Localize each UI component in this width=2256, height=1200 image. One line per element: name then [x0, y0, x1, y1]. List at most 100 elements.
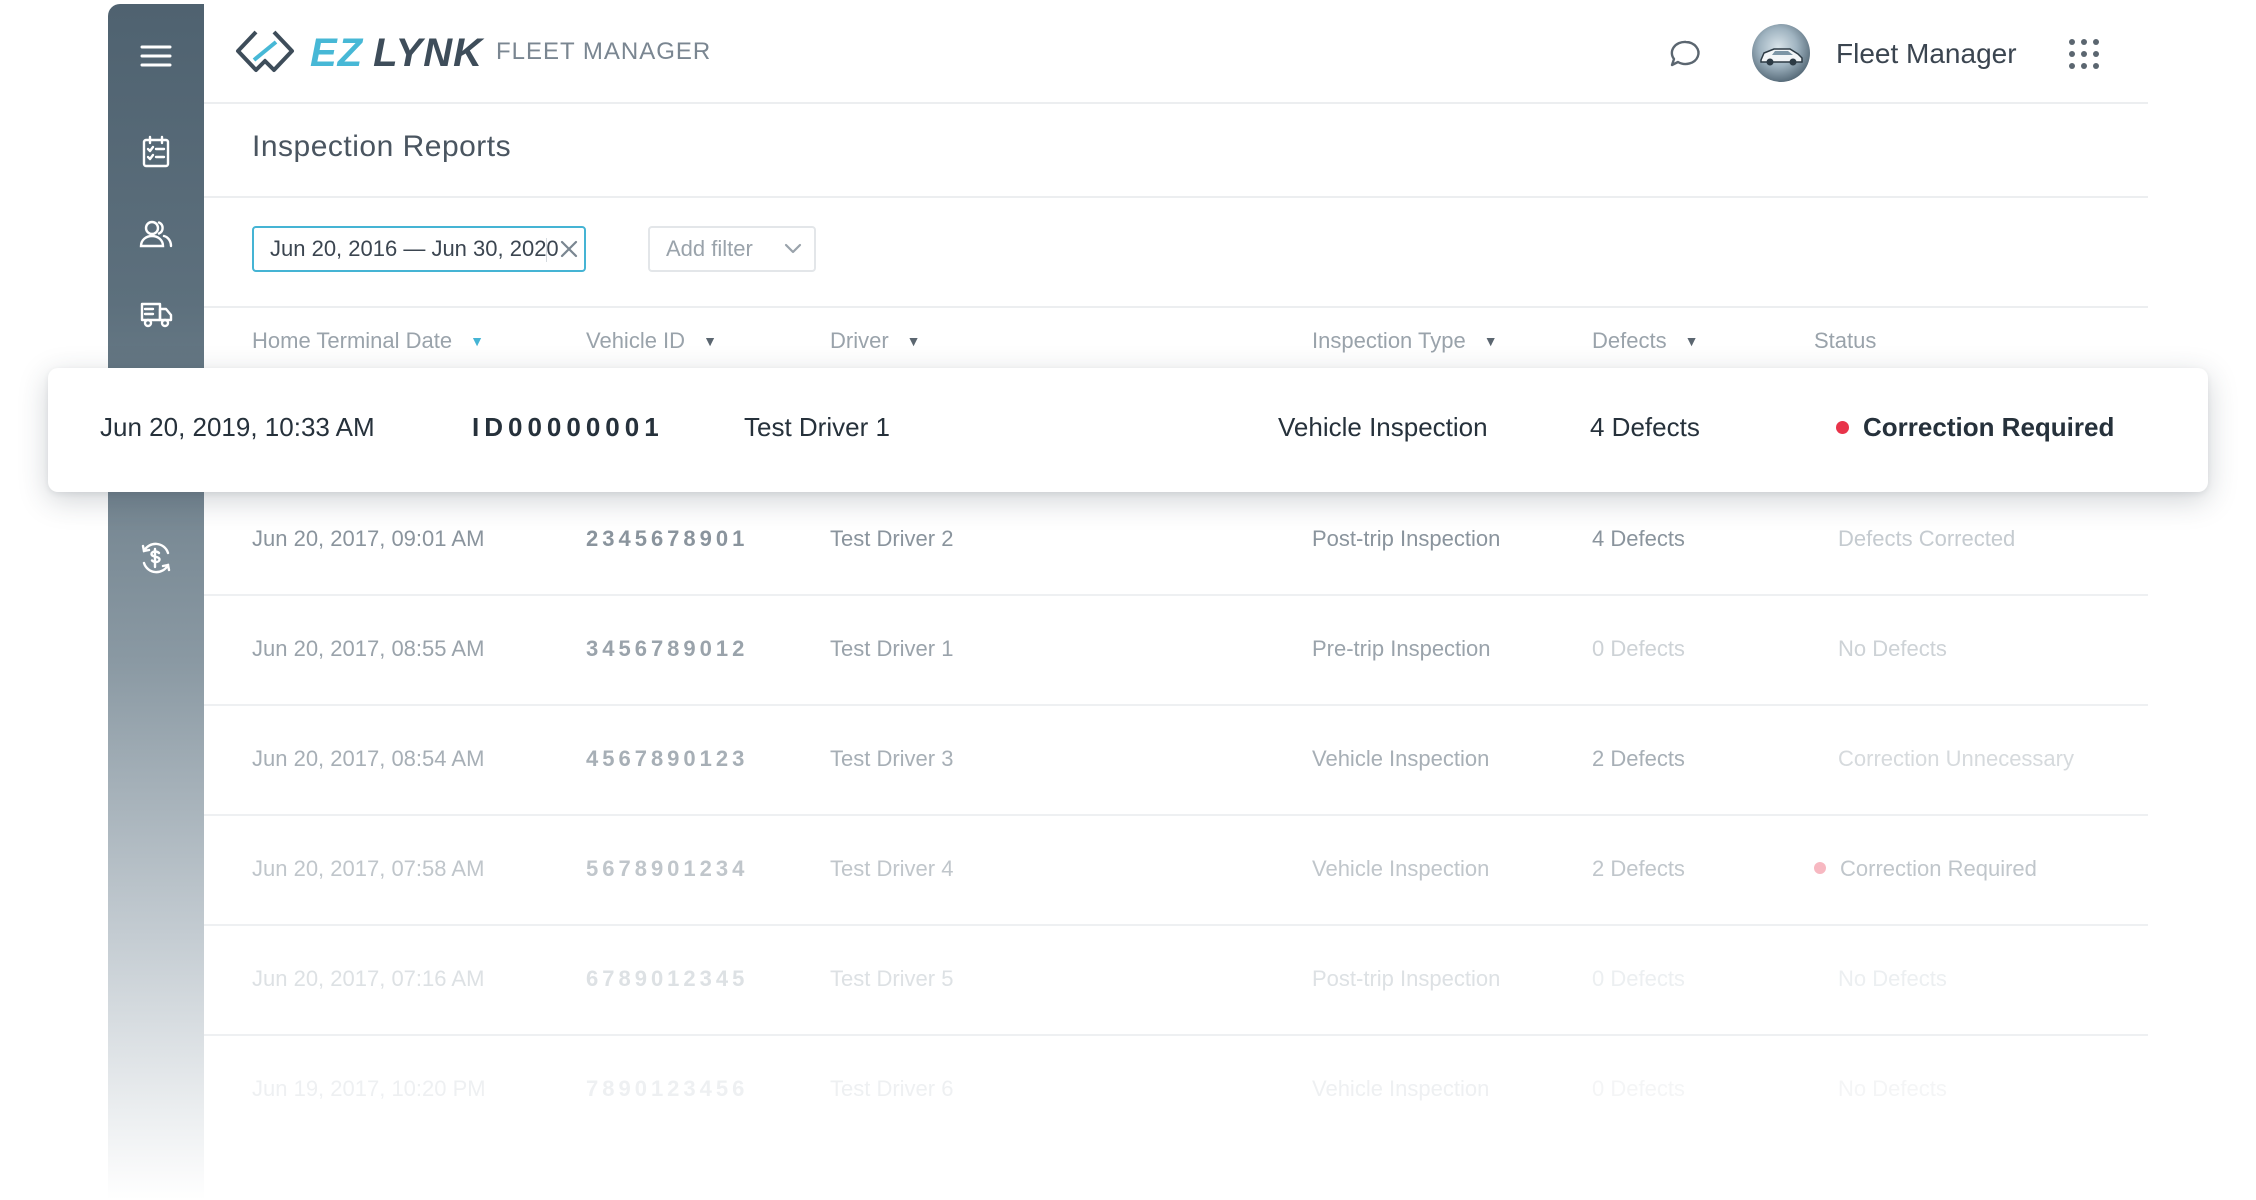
- column-header-vehicle-id[interactable]: Vehicle ID ▼: [586, 328, 717, 354]
- row-inspection-type: Post-trip Inspection: [1312, 526, 1501, 551]
- sidebar-item-vehicles[interactable]: [108, 284, 204, 344]
- main-panel: EZ LYNK FLEET MANAGER Fleet Manager Insp…: [204, 4, 2148, 1200]
- column-header-label: Home Terminal Date: [252, 328, 453, 353]
- sidebar-item-inspections[interactable]: [108, 122, 204, 182]
- row-defects: 0 Defects: [1592, 966, 1685, 991]
- row-defects: 2 Defects: [1592, 856, 1685, 881]
- menu-button[interactable]: [108, 26, 204, 86]
- avatar[interactable]: [1752, 24, 1810, 82]
- sidebar-item-billing[interactable]: [108, 528, 204, 588]
- logo[interactable]: EZ LYNK: [232, 28, 483, 78]
- column-header-defects[interactable]: Defects ▼: [1592, 328, 1698, 354]
- close-icon: [560, 240, 578, 258]
- row-status: Correction Required: [1814, 856, 2037, 882]
- checklist-icon: [142, 135, 170, 168]
- sidebar: [108, 4, 204, 1200]
- date-range-filter[interactable]: Jun 20, 2016 — Jun 30, 2020: [252, 226, 586, 272]
- row-date: Jun 20, 2017, 08:54 AM: [252, 746, 485, 771]
- row-defects: 0 Defects: [1592, 1076, 1685, 1101]
- highlighted-table-row[interactable]: Jun 20, 2019, 10:33 AM ID00000001 Test D…: [48, 368, 2208, 492]
- row-status: No Defects: [1838, 966, 1947, 991]
- add-filter-label: Add filter: [666, 236, 753, 261]
- divider: [204, 196, 2148, 198]
- row-date: Jun 19, 2017, 10:20 PM: [252, 1076, 486, 1101]
- logo-lynk-text: LYNK: [373, 30, 484, 75]
- row-defects: 2 Defects: [1592, 746, 1685, 771]
- row-driver: Test Driver 1: [830, 636, 954, 661]
- car-photo-icon: [1760, 48, 1803, 66]
- row-date: Jun 20, 2017, 07:58 AM: [252, 856, 485, 881]
- column-header-inspection-type[interactable]: Inspection Type ▼: [1312, 328, 1498, 354]
- sort-arrow-icon: ▼: [703, 333, 717, 349]
- row-driver: Test Driver 4: [830, 856, 954, 881]
- truck-icon: [140, 302, 173, 328]
- date-range-value: Jun 20, 2016 — Jun 30, 2020: [270, 236, 559, 261]
- row-date: Jun 20, 2019, 10:33 AM: [100, 412, 375, 442]
- chat-icon: [1670, 40, 1700, 67]
- row-vehicle-id: 5678901234: [586, 856, 749, 881]
- status-dot-icon: [1836, 420, 1849, 434]
- row-defects: 0 Defects: [1592, 636, 1685, 661]
- chevron-down-icon: [784, 243, 802, 254]
- status-dot-icon: [1814, 862, 1826, 875]
- column-header-date[interactable]: Home Terminal Date ▼: [252, 328, 484, 354]
- add-filter-dropdown[interactable]: Add filter: [648, 226, 816, 272]
- row-status-label: Correction Required: [1863, 412, 2115, 442]
- table-row[interactable]: Jun 20, 2017, 07:58 AM 5678901234 Test D…: [204, 816, 2148, 926]
- sort-arrow-icon: ▼: [470, 333, 484, 349]
- row-defects: 4 Defects: [1590, 412, 1700, 442]
- row-driver: Test Driver 2: [830, 526, 954, 551]
- logo-ez-text: EZ: [310, 30, 364, 75]
- row-status: No Defects: [1838, 636, 1947, 661]
- row-status-label: Correction Required: [1840, 856, 2037, 881]
- top-bar: EZ LYNK FLEET MANAGER Fleet Manager: [204, 4, 2148, 104]
- column-header-label: Inspection Type: [1312, 328, 1466, 353]
- row-driver: Test Driver 6: [830, 1076, 954, 1101]
- clear-date-filter-button[interactable]: [554, 234, 584, 264]
- apps-menu-button[interactable]: [2064, 34, 2104, 74]
- row-defects: 4 Defects: [1592, 526, 1685, 551]
- row-inspection-type: Vehicle Inspection: [1312, 856, 1490, 881]
- divider: [204, 306, 2148, 308]
- user-name[interactable]: Fleet Manager: [1836, 38, 2017, 70]
- row-inspection-type: Pre-trip Inspection: [1312, 636, 1491, 661]
- row-date: Jun 20, 2017, 07:16 AM: [252, 966, 485, 991]
- row-date: Jun 20, 2017, 09:01 AM: [252, 526, 485, 551]
- column-header-driver[interactable]: Driver ▼: [830, 328, 921, 354]
- row-driver: Test Driver 1: [744, 412, 890, 442]
- row-status: Correction Required: [1836, 412, 2114, 443]
- row-inspection-type: Post-trip Inspection: [1312, 966, 1501, 991]
- column-header-label: Defects: [1592, 328, 1667, 353]
- row-vehicle-id: 6789012345: [586, 966, 749, 991]
- row-driver: Test Driver 3: [830, 746, 954, 771]
- row-vehicle-id: ID00000001: [472, 412, 664, 442]
- users-icon: [139, 220, 173, 248]
- app-subtitle: FLEET MANAGER: [496, 38, 712, 65]
- billing-icon: [141, 542, 171, 574]
- table-row[interactable]: Jun 20, 2017, 08:54 AM 4567890123 Test D…: [204, 706, 2148, 816]
- table-row[interactable]: Jun 20, 2017, 07:16 AM 6789012345 Test D…: [204, 926, 2148, 1036]
- sort-arrow-icon: ▼: [1483, 333, 1498, 349]
- row-driver: Test Driver 5: [830, 966, 954, 991]
- sort-arrow-icon: ▼: [906, 333, 921, 349]
- divider: [546, 238, 547, 262]
- sort-arrow-icon: ▼: [1684, 333, 1699, 349]
- sidebar-item-drivers[interactable]: [108, 204, 204, 264]
- row-vehicle-id: 3456789012: [586, 636, 749, 661]
- column-header-status: Status: [1814, 328, 1876, 354]
- row-date: Jun 20, 2017, 08:55 AM: [252, 636, 485, 661]
- page-title: Inspection Reports: [252, 130, 512, 163]
- apps-grid-icon: [2069, 39, 2099, 69]
- row-vehicle-id: 4567890123: [586, 746, 749, 771]
- table-row[interactable]: Jun 20, 2017, 09:01 AM 2345678901 Test D…: [204, 486, 2148, 596]
- table-row[interactable]: Jun 20, 2017, 08:55 AM 3456789012 Test D…: [204, 596, 2148, 706]
- table-row[interactable]: Jun 19, 2017, 10:20 PM 7890123456 Test D…: [204, 1036, 2148, 1146]
- column-header-label: Vehicle ID: [586, 328, 686, 353]
- row-inspection-type: Vehicle Inspection: [1312, 1076, 1490, 1101]
- column-header-label: Driver: [830, 328, 889, 353]
- chat-button[interactable]: [1662, 32, 1708, 78]
- row-inspection-type: Vehicle Inspection: [1278, 412, 1488, 442]
- row-status: Correction Unnecessary: [1838, 746, 2074, 771]
- logo-mark-icon: [232, 26, 298, 81]
- column-header-label: Status: [1814, 328, 1877, 353]
